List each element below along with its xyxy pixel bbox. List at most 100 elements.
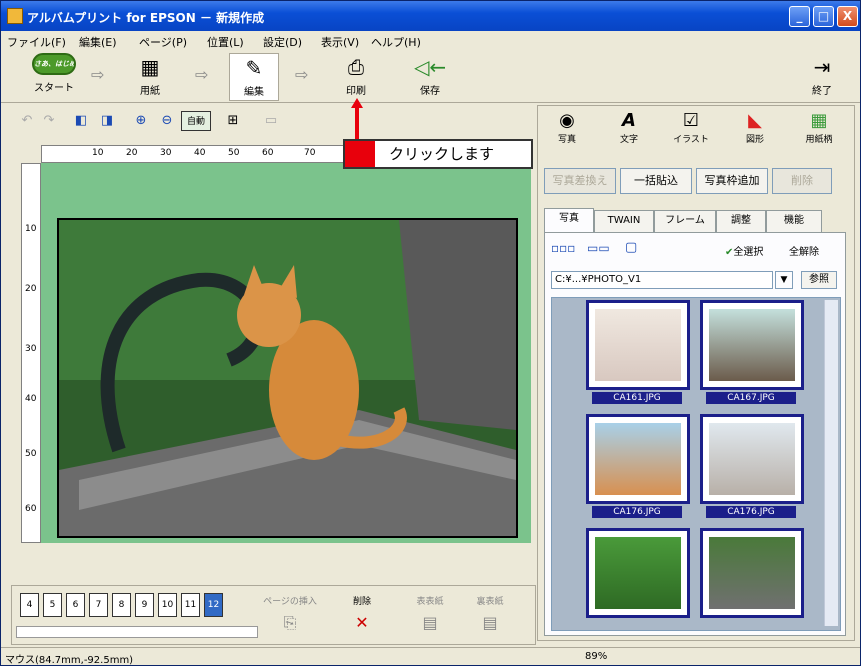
replace-photo-button[interactable]: 写真差換え [544,168,616,194]
thumbnail[interactable] [586,528,690,618]
tool-shape[interactable]: ◣ 図形 [734,110,776,145]
print-label: 印刷 [346,86,366,97]
menu-edit[interactable]: 編集(E) [79,34,117,50]
window-title: アルバムプリント for EPSON － 新規作成 [27,11,265,25]
main-toolbar: さあ、はじめよう スタート ⇨ ▦ 用紙 ⇨ ✎ 編集 ⇨ ⎙ 印刷 ◁← 保存… [1,51,860,103]
thumbnail[interactable] [700,300,804,390]
maximize-button[interactable]: □ [813,6,834,27]
thumbnail-scrollbar[interactable] [824,300,838,626]
page-thumb[interactable]: 11 [181,593,200,617]
ruler-tick: 40 [194,148,206,158]
ruler-tick: 60 [262,148,274,158]
tab-photo[interactable]: 写真 [544,208,594,232]
tool-paper-pattern[interactable]: ▦ 用紙柄 [798,110,840,145]
status-bar: マウス(84.7mm,-92.5mm) 89% [1,647,860,666]
insert-page-button[interactable]: ページの挿入 ⎘ [260,594,320,633]
tool-photo[interactable]: ◉ 写真 [546,110,588,145]
redo-icon[interactable]: ↷ [39,111,59,131]
thumbnail[interactable] [700,414,804,504]
view-large-icon[interactable]: ▢ [625,240,637,255]
save-label: 保存 [420,86,440,97]
tab-adjust[interactable]: 調整 [716,210,766,232]
step-arrow-icon: ⇨ [295,65,309,84]
view-medium-icon[interactable]: ▭▭ [587,241,610,255]
delete-page-button[interactable]: 削除 ✕ [332,594,392,632]
thumbnail[interactable] [586,414,690,504]
page-thumb[interactable]: 10 [158,593,177,617]
paper-pattern-icon: ▦ [810,110,828,131]
undo-icon[interactable]: ↶ [17,111,37,131]
photo-icon: ◉ [559,110,575,131]
callout-red-marker [345,141,375,167]
select-all-label: 全選択 [733,247,764,258]
page-thumb[interactable]: 8 [112,593,131,617]
close-button[interactable]: X [837,6,858,27]
save-arrow-icon: ◁← [413,55,447,79]
chevron-down-icon[interactable]: ▼ [775,271,793,289]
tool-text[interactable]: A 文字 [608,110,650,145]
ruler-tick: 10 [25,224,37,234]
grid-icon[interactable]: ⊞ [223,111,243,131]
save-button[interactable]: ◁← 保存 [405,53,455,97]
align-icon[interactable]: ▭ [261,111,281,131]
menu-position[interactable]: 位置(L) [207,34,244,50]
delete-x-icon: ✕ [355,613,369,632]
paper-button[interactable]: ▦ 用紙 [125,53,175,97]
thumbnail[interactable] [586,300,690,390]
select-all-button[interactable]: ✔全選択 [725,243,763,258]
placed-cat-photo[interactable] [57,218,518,538]
thumbnail-caption: CA161.JPG [592,392,682,404]
ruler-tick: 50 [228,148,240,158]
folder-path-select[interactable]: C:¥...¥PHOTO_V1 [551,271,773,289]
minimize-button[interactable]: _ [789,6,810,27]
zoom-out-icon[interactable]: ⊖ [157,111,177,131]
deselect-all-button[interactable]: 全解除 [789,243,819,258]
front-cover-button[interactable]: 表表紙 ▤ [400,594,460,632]
zoom-status: 89% [585,651,608,662]
page-thumb[interactable]: 9 [135,593,154,617]
ruler-tick: 30 [160,148,172,158]
tab-twain[interactable]: TWAIN [594,210,654,232]
ruler-tick: 20 [126,148,138,158]
insert-page-icon: ⎘ [283,613,297,632]
zoom-in-icon[interactable]: ⊕ [131,111,151,131]
ruler-tick: 30 [25,344,37,354]
start-button[interactable]: さあ、はじめよう スタート [29,53,79,94]
exit-door-icon: ⇥ [813,55,831,79]
page-thumb[interactable]: 5 [43,593,62,617]
page-thumb[interactable]: 7 [89,593,108,617]
red-pointer-arrow-icon [351,98,363,140]
tool-label: イラスト [673,135,709,145]
delete-button[interactable]: 削除 [772,168,832,194]
edit-button[interactable]: ✎ 編集 [229,53,279,101]
page-scrollbar[interactable] [16,626,258,638]
tab-function[interactable]: 機能 [766,210,822,232]
exit-button[interactable]: ⇥ 終了 [797,53,847,97]
print-button[interactable]: ⎙ 印刷 [331,53,381,97]
back-cover-icon: ▤ [482,613,498,632]
menu-settings[interactable]: 設定(D) [263,34,302,50]
start-label: スタート [34,83,74,94]
view-small-icon[interactable]: ▫▫▫ [551,241,575,255]
bring-front-icon[interactable]: ◧ [71,111,91,131]
thumbnail-caption: CA176.JPG [706,506,796,518]
text-icon: A [622,110,636,131]
menu-help[interactable]: ヘルプ(H) [371,34,421,50]
paste-all-button[interactable]: 一括貼込 [620,168,692,194]
menu-file[interactable]: ファイル(F) [7,34,66,50]
page-thumb[interactable]: 6 [66,593,85,617]
page-thumb[interactable]: 4 [20,593,39,617]
thumbnail-caption: CA176.JPG [592,506,682,518]
thumbnail[interactable] [700,528,804,618]
browse-button[interactable]: 参照 [801,271,837,289]
page-thumb-selected[interactable]: 12 [204,593,223,617]
back-cover-button[interactable]: 裏表紙 ▤ [460,594,520,632]
menu-page[interactable]: ページ(P) [139,34,187,50]
menu-view[interactable]: 表示(V) [321,34,359,50]
edit-toolbar: ↶ ↷ ◧ ◨ ⊕ ⊖ 自動 ⊞ ▭ [1,103,531,139]
auto-zoom-button[interactable]: 自動 [181,111,211,131]
tool-illustration[interactable]: ☑ イラスト [670,110,712,145]
tab-frame[interactable]: フレーム [654,210,716,232]
add-frame-button[interactable]: 写真枠追加 [696,168,768,194]
send-back-icon[interactable]: ◨ [97,111,117,131]
